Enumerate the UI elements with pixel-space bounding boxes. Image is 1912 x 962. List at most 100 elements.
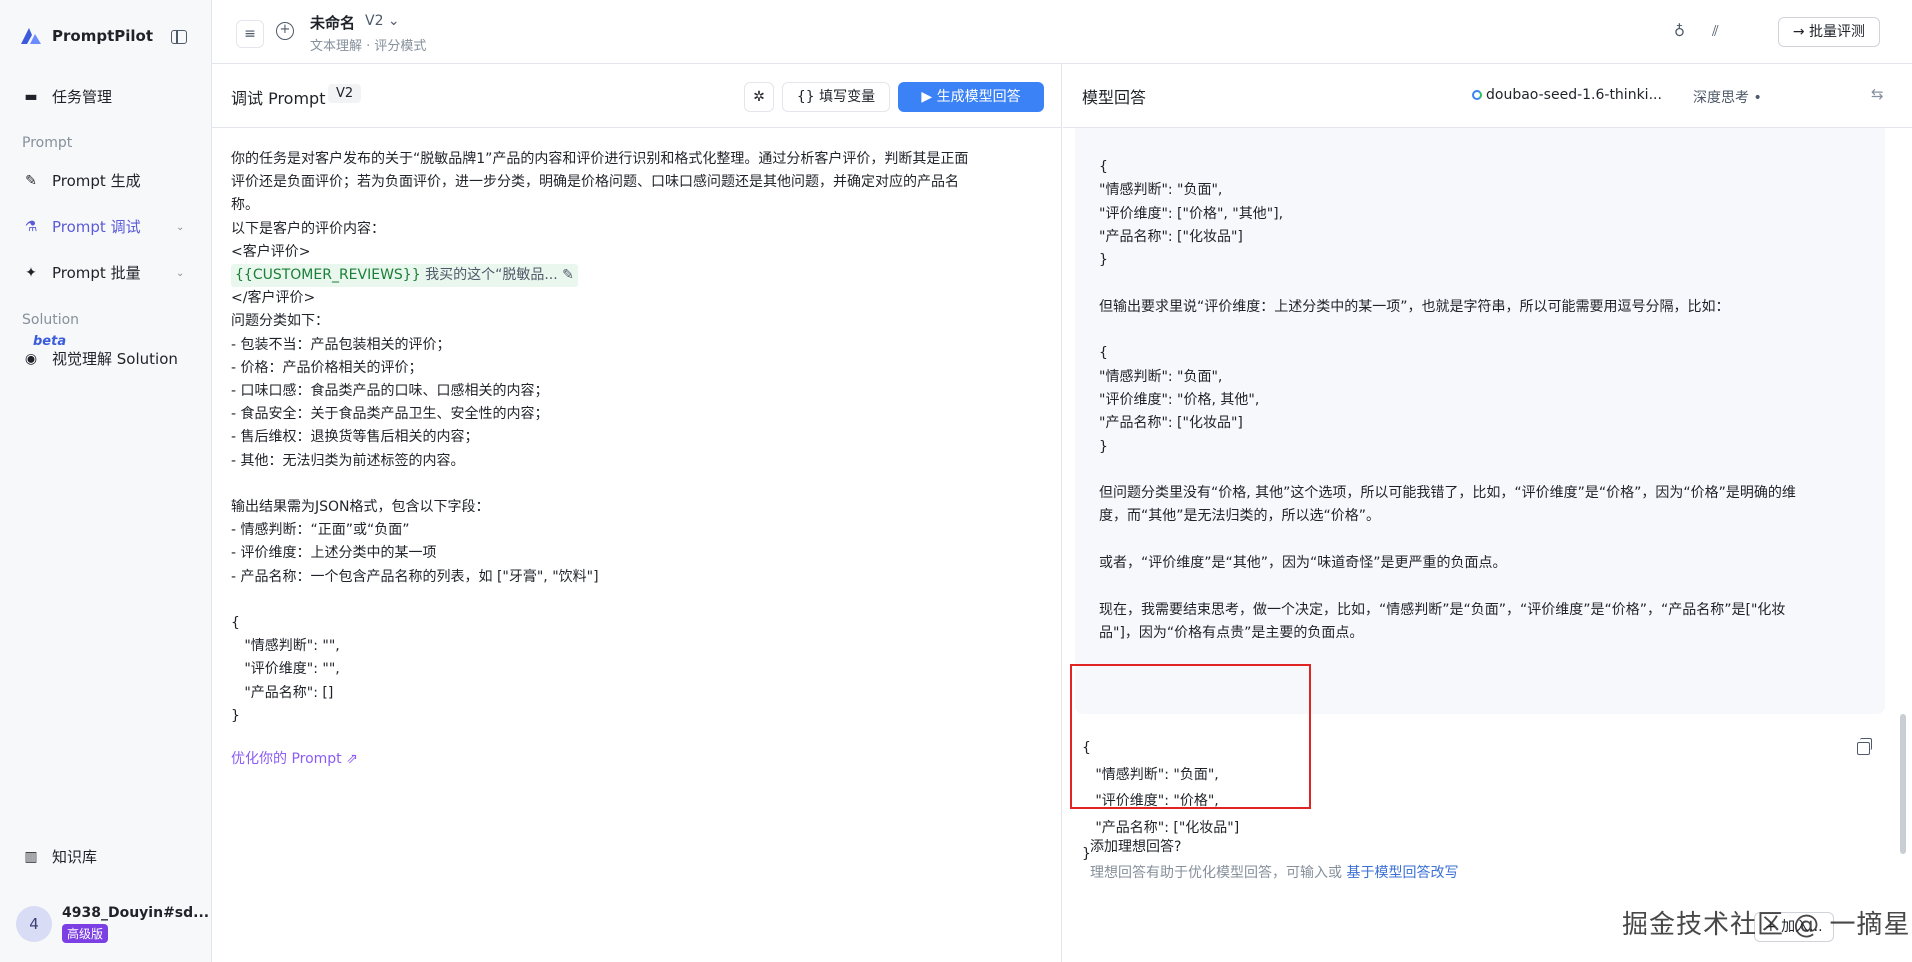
answer-line: { [1082,740,1091,756]
prompt-line: "产品名称": [] [231,684,334,701]
variable-chip[interactable]: {{CUSTOMER_REVIEWS}} 我买的这个“脱敏品... ✎ [231,264,578,288]
sidebar-item-task-management[interactable]: ▬ 任务管理 [22,86,112,107]
sidebar: PromptPilot ▬ 任务管理 Prompt ✎ Prompt 生成 ⚗ … [0,0,212,962]
compare-icon[interactable]: ⫽ [1712,22,1719,40]
deep-think-toggle[interactable]: 深度思考 • [1693,87,1762,107]
avatar: 4 [16,906,52,942]
fill-variables-button[interactable]: {} 填写变量 [782,82,890,112]
watermark: 掘金技术社区 @ 一摘星 [1622,910,1911,940]
folder-icon: ▬ [24,88,38,105]
ideal-answer-title: 添加理想回答? [1090,839,1182,855]
thinking-line: "情感判断": "负面", [1099,182,1223,199]
thinking-line [1099,319,1869,342]
prompt-line: - 情感判断：“正面”或“负面” [231,522,410,539]
sidebar-item-label: 任务管理 [52,88,113,106]
magic-optimize-icon[interactable]: ✲ [744,82,774,112]
thinking-line: { [1099,345,1108,362]
answer-panel-header: 模型回答 doubao-seed-1.6-thinki... 深度思考 • ⇆ [1063,64,1912,128]
sidebar-item-label: Prompt 生成 [52,172,141,190]
prompt-line: 评价还是负面评价；若为负面评价，进一步分类，明确是价格问题、口味口感问题还是其他… [231,174,959,191]
thinking-line: 或者，“评价维度”是“其他”，因为“味道奇怪”是更严重的负面点。 [1099,555,1507,572]
thinking-line: } [1099,252,1108,269]
prompt-line: - 其他：无法归类为前述标签的内容。 [231,452,465,469]
thinking-line: "情感判断": "负面", [1099,368,1223,385]
book-icon: ▥ [24,848,38,865]
version-dropdown[interactable]: V2 ⌄ [365,13,400,29]
thinking-line [1099,272,1869,295]
top-bar: ≡ + 未命名 V2 ⌄ 文本理解 · 评分模式 ♁ ⫽ → 批量评测 [212,0,1912,64]
version-tag: V2 [328,84,362,103]
answer-line: "情感判断": "负面", [1082,766,1219,783]
sidebar-item-prompt-batch[interactable]: ✦ Prompt 批量 [22,262,141,283]
sidebar-item-label: Prompt 调试 [52,218,141,236]
prompt-line: { [231,615,240,632]
prompt-line: </客户评价> [231,290,316,307]
brand[interactable]: PromptPilot [18,24,153,48]
thinking-line: { [1099,159,1108,175]
thinking-line: } [1099,438,1108,455]
prompt-line: - 口味口感：食品类产品的口味、口感相关的内容； [231,383,549,400]
prompt-line [231,473,1041,496]
thinking-line: "评价维度": ["价格", "其他"], [1099,205,1284,222]
prompt-line: 你的任务是对客户发布的关于“脱敏品牌1”产品的内容和评价进行识别和格式化整理。通… [231,151,969,167]
prompt-line: 问题分类如下： [231,313,329,330]
optimize-prompt-link[interactable]: 优化你的 Prompt ⇗ [231,748,358,768]
add-circle-icon[interactable]: + [276,22,294,40]
panel-title: 调试 Prompt [231,89,326,108]
thinking-line: 度，而“其他”是无法归类的，所以选“价格”。 [1099,508,1381,525]
sidebar-item-knowledge[interactable]: ▥ 知识库 [22,846,97,867]
prompt-line: 输出结果需为JSON格式，包含以下字段： [231,499,490,516]
brand-name: PromptPilot [52,27,153,45]
prompt-line: - 评价维度：上述分类中的某一项 [231,545,437,562]
menu-icon[interactable]: ≡ [236,20,264,48]
flask-icon: ⚗ [24,218,38,235]
prompt-editor[interactable]: 你的任务是对客户发布的关于“脱敏品牌1”产品的内容和评价进行识别和格式化整理。通… [231,148,1041,728]
lightbulb-icon[interactable]: ♁ [1674,22,1685,40]
thinking-line [1099,529,1869,552]
sidebar-item-label: 视觉理解 Solution [52,350,178,368]
thinking-line: "产品名称": ["化妆品"] [1099,415,1243,432]
section-solution: Solution [22,312,80,328]
sidebar-item-vision-solution[interactable]: ◉ 视觉理解 Solution [22,348,178,369]
promptpilot-logo-icon [21,28,41,44]
prompt-line: 以下是客户的评价内容： [231,220,385,237]
answer-line: "评价维度": "价格", [1082,793,1219,809]
project-title[interactable]: 未命名 [310,12,355,33]
model-logo-icon [1472,90,1482,100]
prompt-line: - 包装不当：产品包装相关的评价； [231,336,451,353]
magic-wand-icon: ✎ [25,172,37,189]
prompt-line: "情感判断": "", [231,638,340,655]
sidebar-item-prompt-debug[interactable]: ⚗ Prompt 调试 [22,216,141,237]
thinking-line: 但问题分类里没有“价格, 其他”这个选项，所以可能我错了，比如，“评价维度”是“… [1099,485,1796,502]
prompt-line: - 价格：产品价格相关的评价； [231,359,423,376]
prompt-line [231,589,1041,612]
batch-evaluate-button[interactable]: → 批量评测 [1777,17,1880,47]
settings-slider-icon[interactable]: ⇆ [1871,85,1884,103]
prompt-line: - 售后维权：退换货等售后相关的内容； [231,429,479,446]
eye-scan-icon: ◉ [24,350,38,367]
model-selector[interactable]: doubao-seed-1.6-thinki... [1486,87,1662,103]
sidebar-item-prompt-generate[interactable]: ✎ Prompt 生成 [22,170,141,191]
prompt-panel-header: 调试 Prompt V2 ✲ {} 填写变量 ▶ 生成模型回答 [212,64,1062,128]
prompt-line: "评价维度": "", [231,661,340,678]
scrollbar[interactable] [1900,714,1906,854]
sidebar-item-label: Prompt 批量 [52,264,141,282]
thinking-line: "产品名称": ["化妆品"] [1099,228,1243,245]
thinking-line: "评价维度": "价格, 其他", [1099,391,1260,408]
sparkle-icon: ✦ [25,264,37,281]
chevron-down-icon[interactable]: ⌄ [176,268,184,279]
thinking-line: 但输出要求里说“评价维度：上述分类中的某一项”，也就是字符串，所以可能需要用逗号… [1099,298,1730,315]
sidebar-collapse-icon[interactable] [171,30,187,44]
rewrite-from-answer-link[interactable]: 基于模型回答改写 [1346,865,1458,881]
prompt-debug-panel: 调试 Prompt V2 ✲ {} 填写变量 ▶ 生成模型回答 你的任务是对客户… [212,64,1062,962]
ideal-answer-hint: 理想回答有助于优化模型回答，可输入或 基于模型回答改写 [1090,865,1459,881]
panel-title: 模型回答 [1082,88,1147,107]
project-subtitle: 文本理解 · 评分模式 [310,39,427,54]
user-profile[interactable]: 4 4938_Douyin#sd... 高级版 [16,905,209,943]
thinking-line [1099,459,1869,482]
chevron-down-icon[interactable]: ⌄ [176,222,184,233]
beta-badge: beta [33,334,67,349]
generate-answer-button[interactable]: ▶ 生成模型回答 [898,82,1044,112]
prompt-line: 称。 [231,197,259,214]
copy-icon[interactable] [1857,738,1872,755]
